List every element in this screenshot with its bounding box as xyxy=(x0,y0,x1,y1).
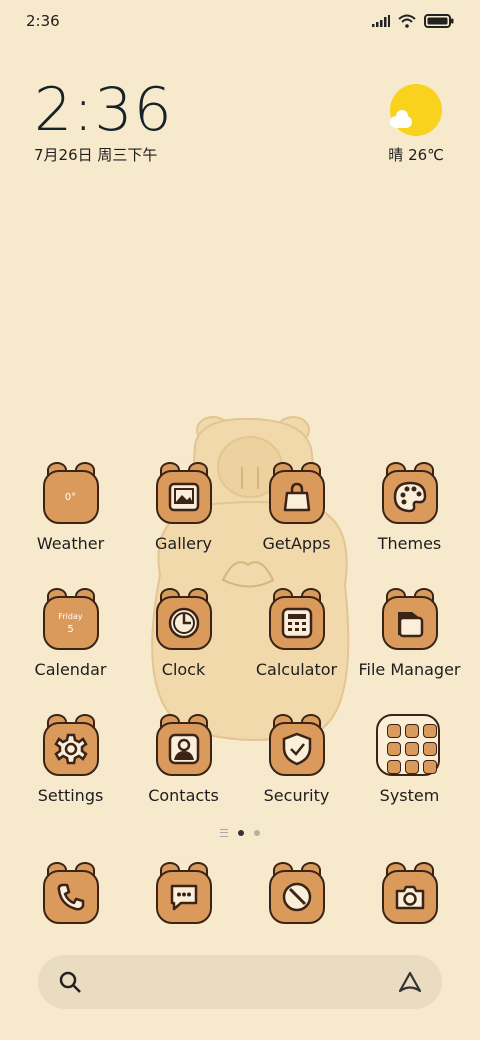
app-label: Security xyxy=(263,786,330,805)
battery-icon xyxy=(424,14,454,28)
app-label: Clock xyxy=(161,660,206,679)
wifi-icon xyxy=(398,14,416,28)
app-clock[interactable]: Clock xyxy=(127,588,240,679)
bag-icon xyxy=(283,482,310,512)
app-settings[interactable]: Settings xyxy=(14,714,127,805)
contact-icon xyxy=(168,733,199,765)
calendar-date: 5 xyxy=(67,624,74,635)
compass-icon xyxy=(282,882,311,912)
gallery-icon xyxy=(168,482,199,512)
capybara-wallpaper xyxy=(151,416,350,741)
weather-widget[interactable]: 晴 26℃ xyxy=(388,84,444,165)
dock-browser[interactable] xyxy=(240,862,353,924)
dock-messages[interactable] xyxy=(127,862,240,924)
app-label: GetApps xyxy=(262,534,331,553)
folder-icon xyxy=(397,612,423,638)
message-icon xyxy=(170,884,197,911)
page-dot[interactable] xyxy=(254,830,260,836)
phone-icon xyxy=(57,883,84,911)
sunny-icon xyxy=(390,84,443,136)
app-system-folder[interactable]: System xyxy=(353,714,466,805)
app-calendar[interactable]: Friday 5 Calendar xyxy=(14,588,127,679)
app-file-manager[interactable]: File Manager xyxy=(353,588,466,679)
app-gallery[interactable]: Gallery xyxy=(127,462,240,553)
widget-time: 2:36 xyxy=(34,75,173,145)
app-calculator[interactable]: Calculator xyxy=(240,588,353,679)
status-time: 2:36 xyxy=(26,12,60,30)
page-dot-active[interactable] xyxy=(238,830,244,836)
app-label: Themes xyxy=(377,534,442,553)
search-icon xyxy=(59,971,81,993)
app-themes[interactable]: Themes xyxy=(353,462,466,553)
dock-camera[interactable] xyxy=(353,862,466,924)
shield-icon xyxy=(282,732,311,766)
weather-text: 晴 26℃ xyxy=(388,146,444,164)
app-label: System xyxy=(379,786,440,805)
page-indicator[interactable] xyxy=(0,829,480,837)
app-contacts[interactable]: Contacts xyxy=(127,714,240,805)
calendar-day: Friday xyxy=(58,612,83,621)
system-folder-icon xyxy=(375,714,440,776)
clock-icon xyxy=(168,607,199,639)
dock-phone[interactable] xyxy=(14,862,127,924)
app-label: Calendar xyxy=(34,660,107,679)
gear-icon xyxy=(53,733,88,765)
app-weather[interactable]: 0° Weather xyxy=(14,462,127,553)
list-view-icon[interactable] xyxy=(220,829,228,837)
signal-icon xyxy=(372,15,390,27)
calculator-icon xyxy=(281,607,312,639)
app-label: Weather xyxy=(36,534,105,553)
widget-date: 7月26日 周三下午 xyxy=(34,146,158,164)
palette-icon xyxy=(393,481,426,513)
weather-icon: 0° xyxy=(64,491,77,503)
assistant-icon[interactable] xyxy=(396,970,424,994)
camera-icon xyxy=(395,885,424,910)
app-label: Settings xyxy=(37,786,104,805)
status-bar: 2:36 xyxy=(0,10,480,34)
clock-widget[interactable]: 2:36 7月26日 周三下午 xyxy=(34,78,173,165)
app-getapps[interactable]: GetApps xyxy=(240,462,353,553)
app-label: Contacts xyxy=(148,786,219,805)
search-bar[interactable] xyxy=(38,955,442,1009)
app-label: Calculator xyxy=(255,660,338,679)
app-label: Gallery xyxy=(155,534,212,553)
app-security[interactable]: Security xyxy=(240,714,353,805)
app-label: File Manager xyxy=(358,660,461,679)
